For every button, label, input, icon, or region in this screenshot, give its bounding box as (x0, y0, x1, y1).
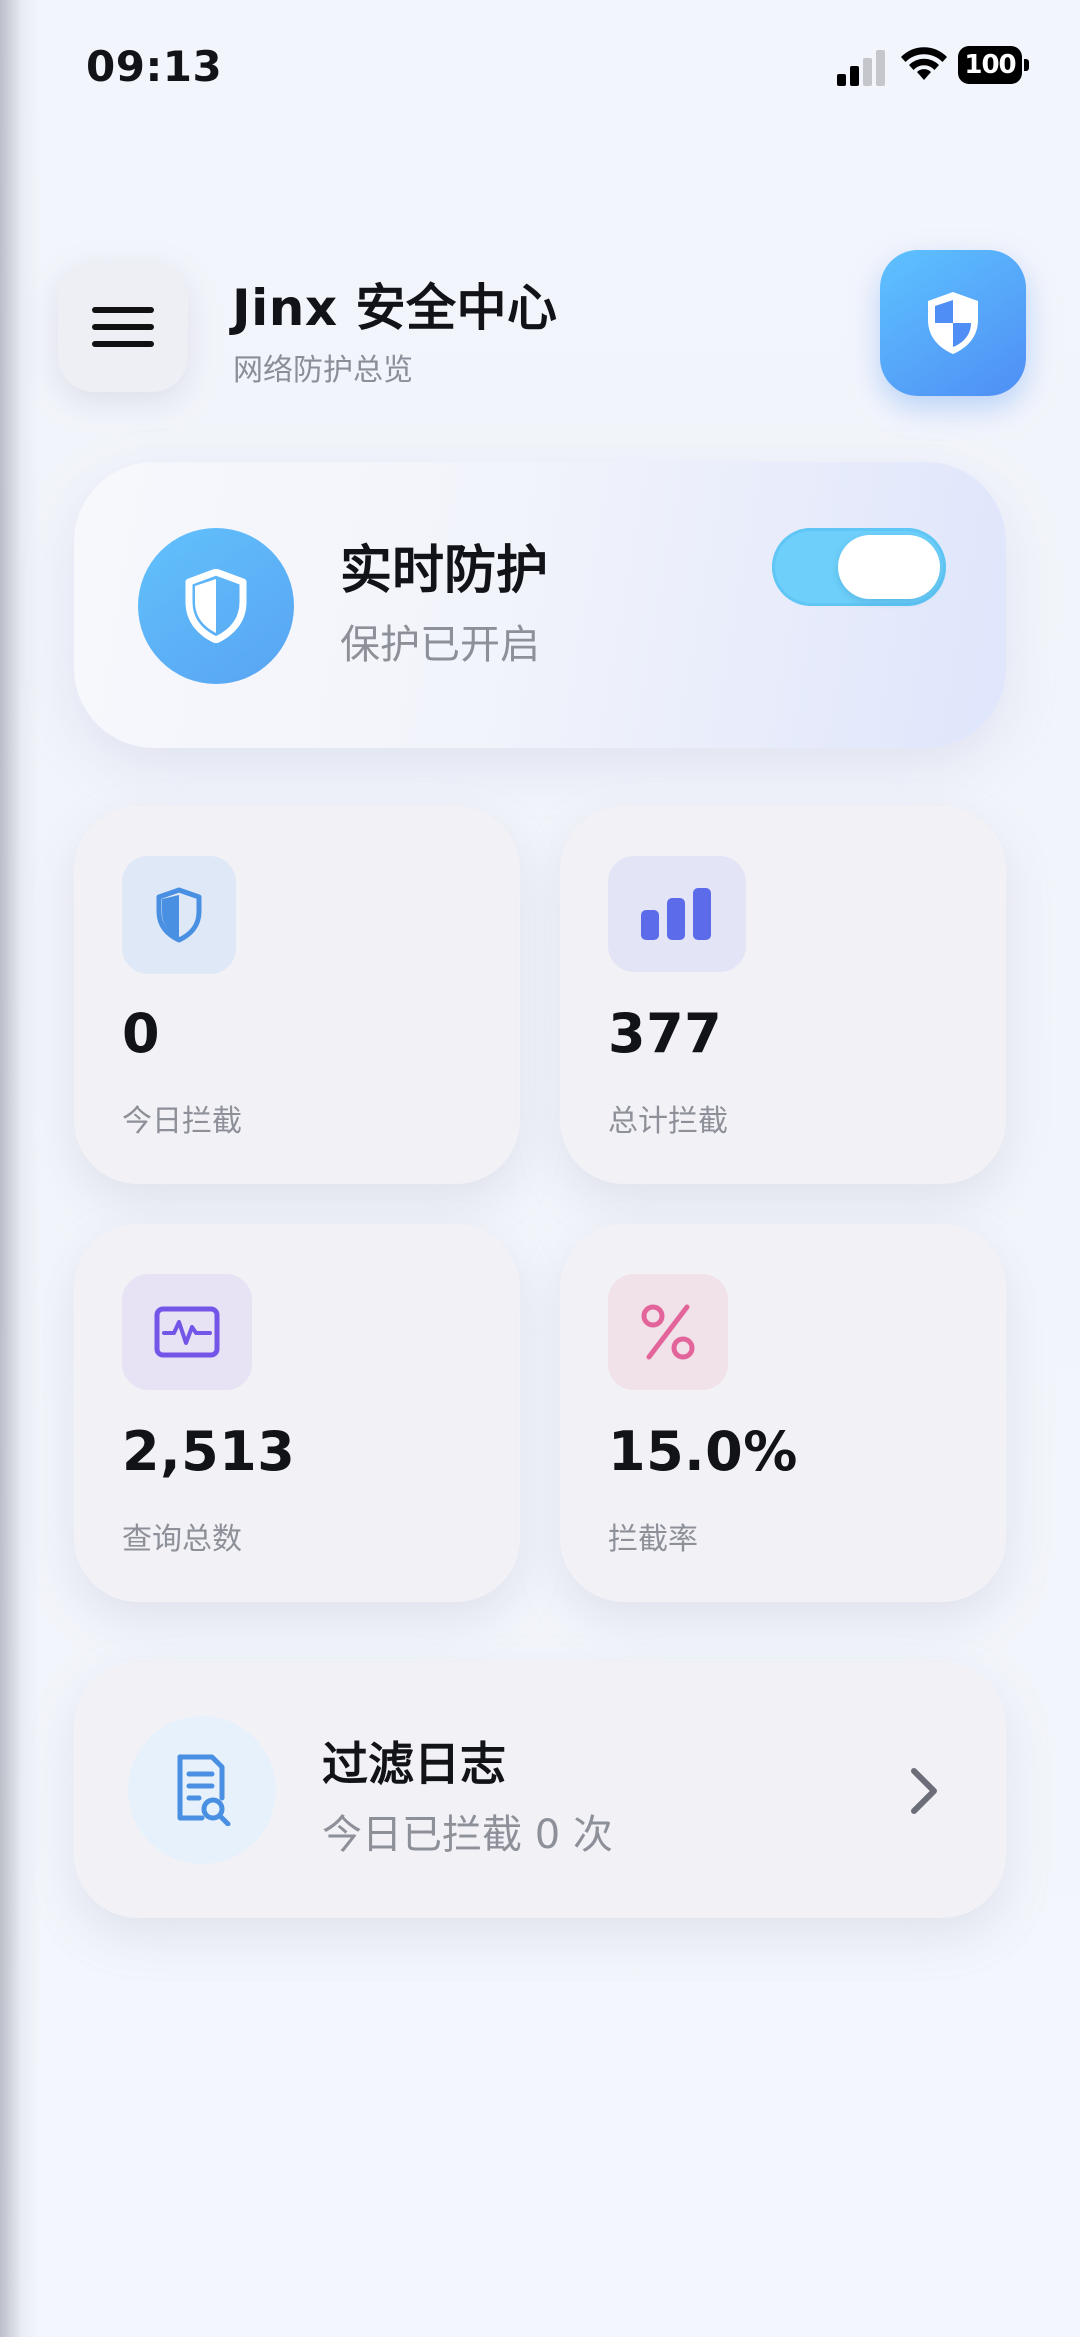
stat-card-total-blocked: 377 总计拦截 (560, 806, 1006, 1184)
menu-button[interactable] (58, 262, 188, 392)
stat-card-today-blocked: 0 今日拦截 (74, 806, 520, 1184)
toggle-knob (838, 535, 940, 599)
status-time: 09:13 (86, 42, 223, 91)
app-subtitle: 网络防护总览 (233, 353, 413, 388)
stat-value: 15.0% (608, 1420, 798, 1483)
activity-monitor-icon (154, 1306, 220, 1358)
stat-value: 2,513 (122, 1420, 296, 1483)
protection-toggle[interactable] (772, 528, 946, 606)
battery-icon: 100 (958, 46, 1029, 84)
protection-card: 实时防护 保护已开启 (74, 462, 1006, 748)
security-badge-button[interactable] (880, 250, 1026, 396)
protection-title: 实时防护 (340, 541, 549, 601)
stat-card-block-rate: 15.0% 拦截率 (560, 1224, 1006, 1602)
stat-label: 查询总数 (122, 1522, 242, 1557)
stat-icon-box (608, 856, 746, 972)
log-icon-circle (128, 1716, 276, 1864)
cellular-signal-icon (837, 50, 885, 86)
log-title: 过滤日志 (322, 1737, 506, 1791)
filter-log-card[interactable]: 过滤日志 今日已拦截 0 次 (74, 1662, 1006, 1918)
wifi-icon (901, 47, 947, 80)
shield-badge-icon (928, 292, 978, 354)
stat-value: 0 (122, 1002, 161, 1065)
edge-shadow (0, 0, 40, 2337)
stat-icon-box (608, 1274, 728, 1390)
battery-tip (1024, 59, 1029, 71)
stat-icon-box (122, 1274, 252, 1390)
stat-icon-box (122, 856, 236, 974)
stat-value: 377 (608, 1002, 723, 1065)
chevron-right-icon (911, 1768, 937, 1814)
protection-status: 保护已开启 (340, 622, 540, 668)
battery-level: 100 (958, 46, 1022, 84)
stat-label: 总计拦截 (608, 1104, 728, 1139)
stat-card-total-queries: 2,513 查询总数 (74, 1224, 520, 1602)
stat-label: 今日拦截 (122, 1104, 242, 1139)
document-search-icon (177, 1754, 231, 1826)
shield-icon (185, 569, 247, 643)
protection-shield (138, 528, 294, 684)
hamburger-menu-icon (92, 307, 154, 347)
log-subtitle: 今日已拦截 0 次 (322, 1812, 613, 1858)
status-bar: 09:13 100 (0, 0, 1080, 140)
app-title: Jinx 安全中心 (232, 279, 558, 337)
bar-chart-icon (641, 888, 711, 940)
shield-icon (156, 887, 202, 943)
percent-icon (641, 1304, 695, 1360)
stat-label: 拦截率 (608, 1522, 698, 1557)
